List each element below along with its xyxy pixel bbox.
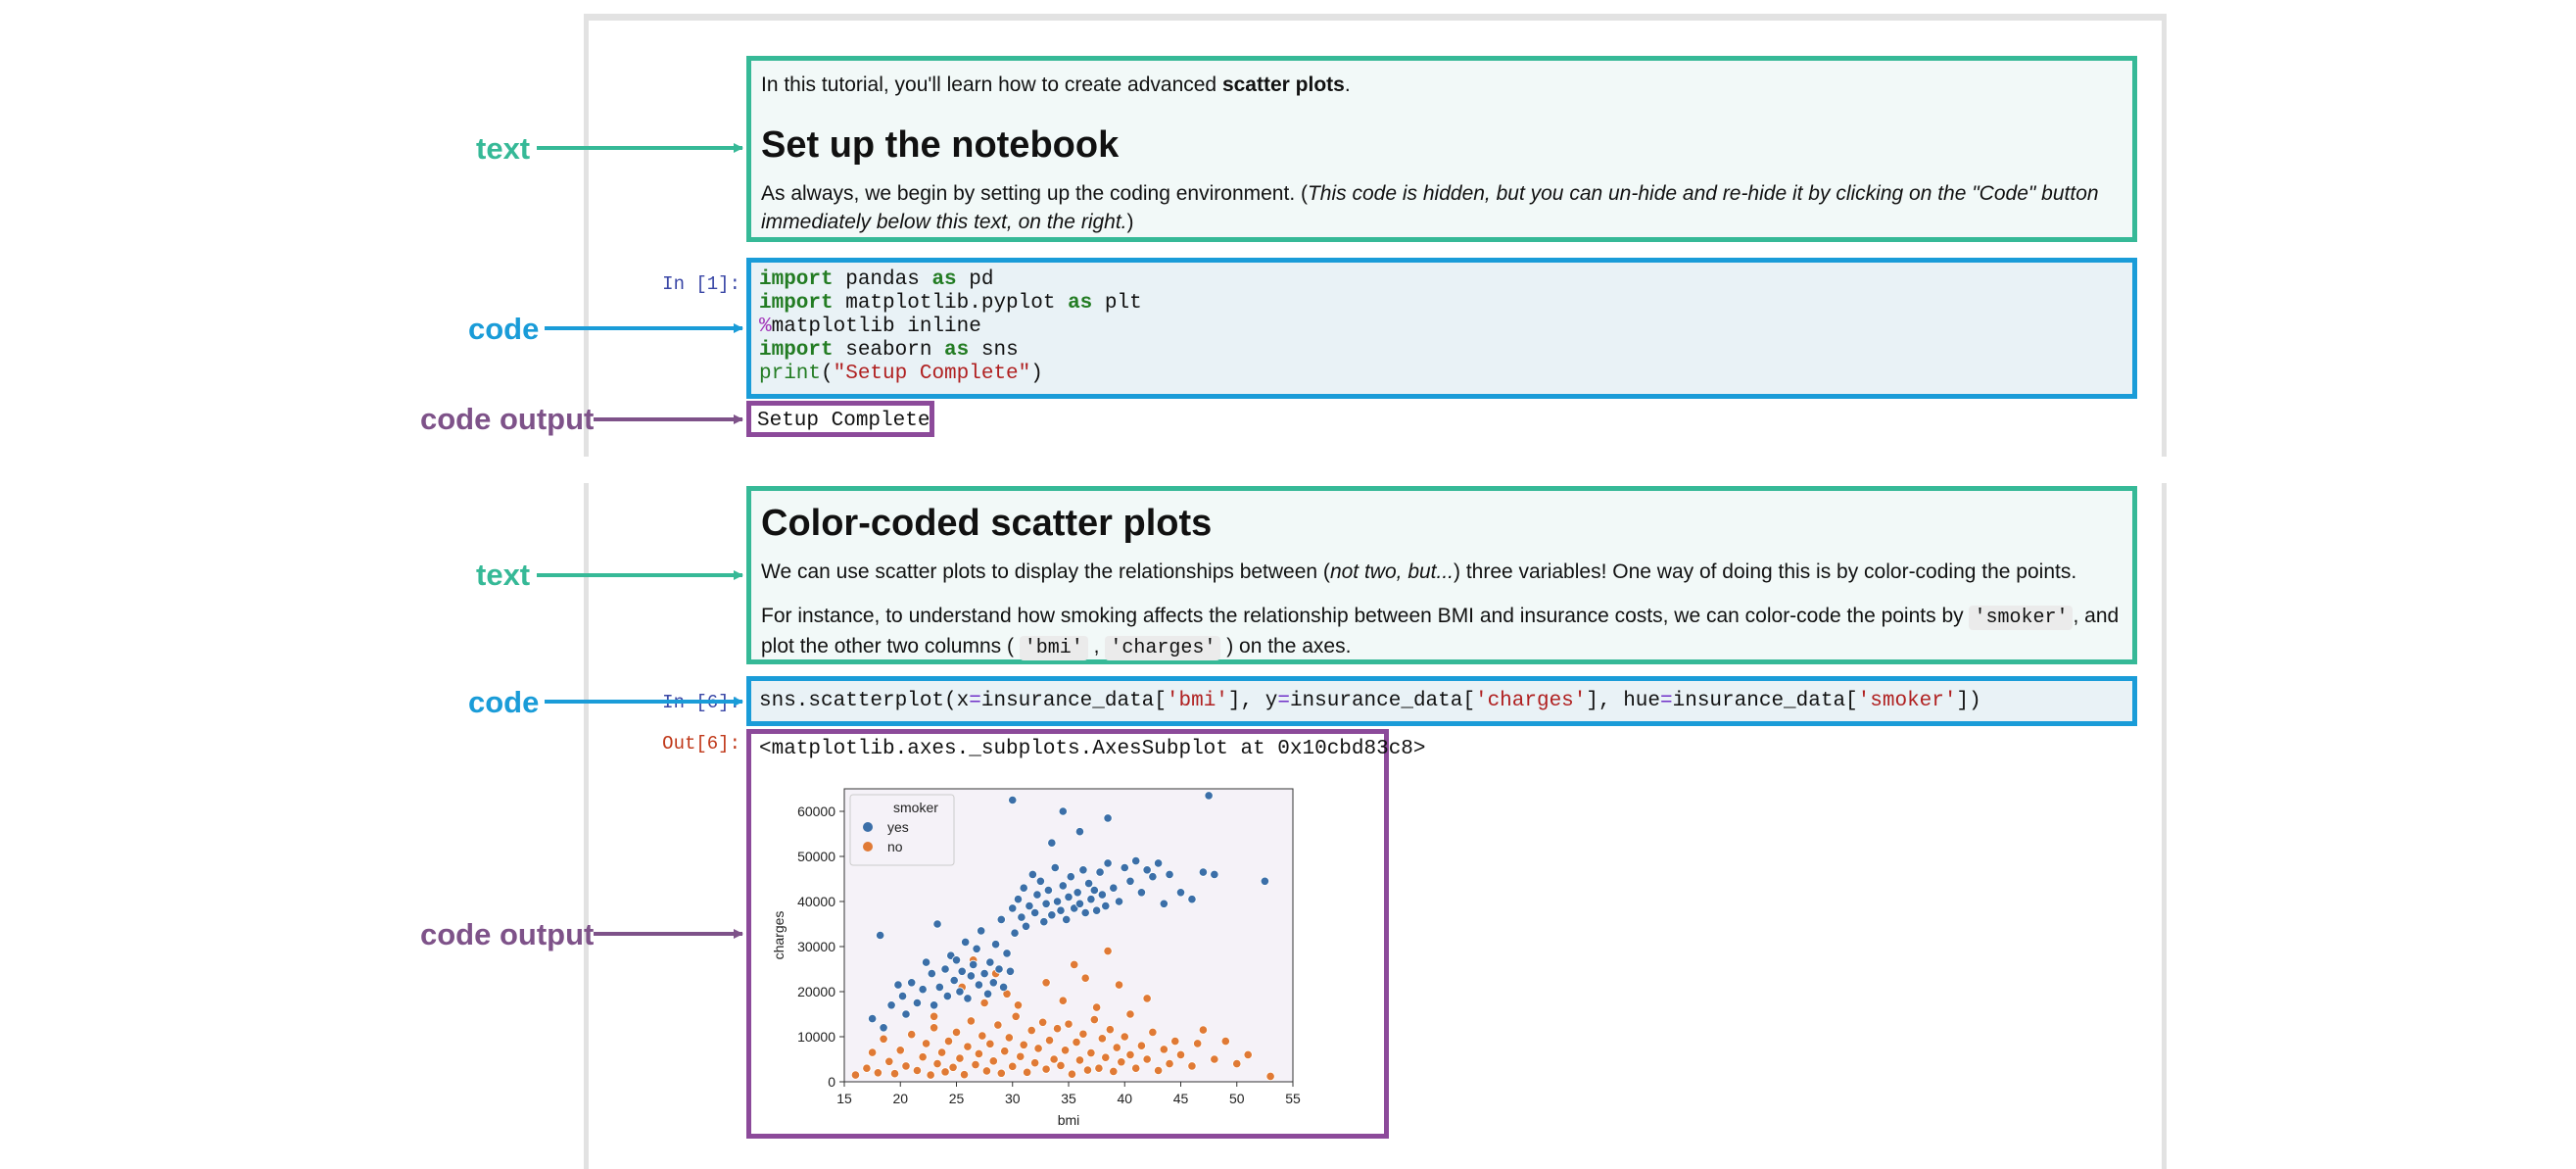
annotation-arrows	[537, 143, 743, 939]
